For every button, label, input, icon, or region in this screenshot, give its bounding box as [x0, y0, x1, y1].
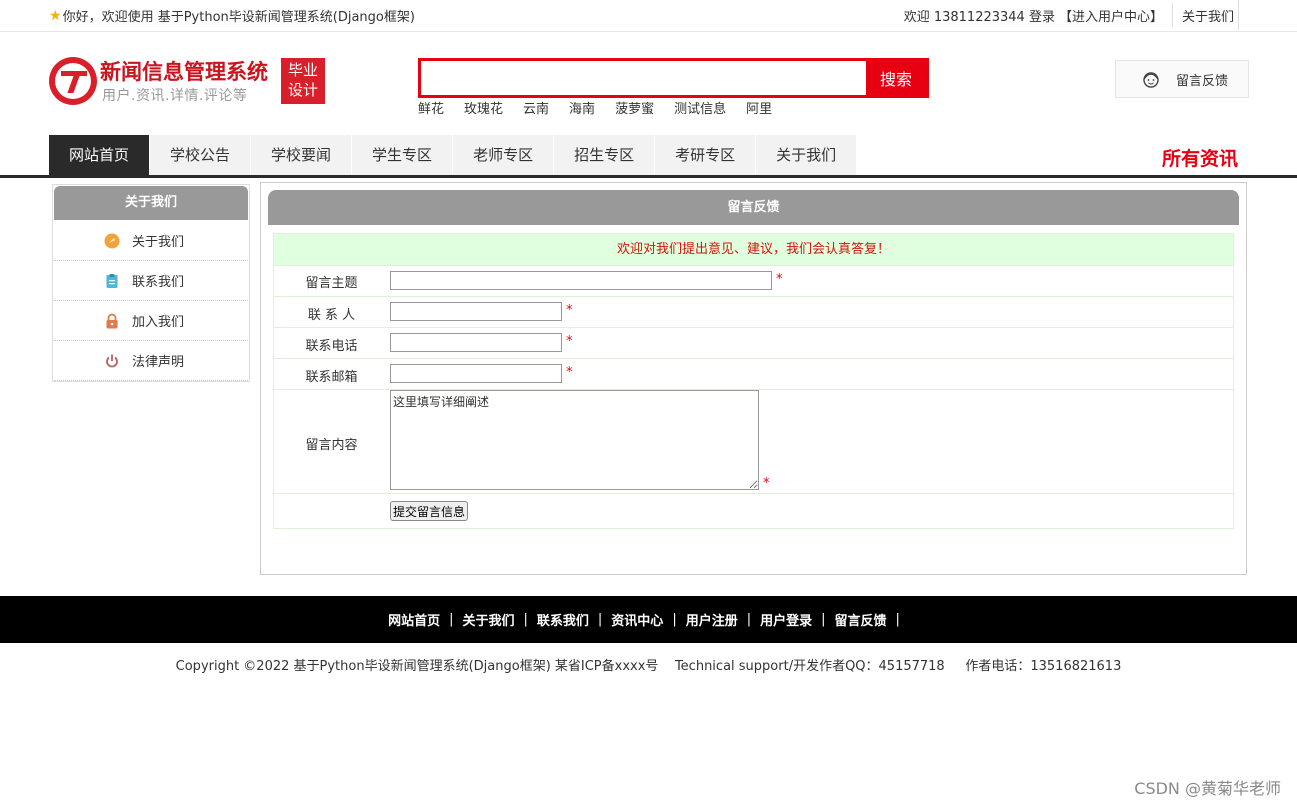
footer-separator: | [449, 612, 454, 627]
footer-link-feedback[interactable]: 留言反馈 [835, 610, 887, 629]
badge-line-1: 毕业 [287, 61, 318, 79]
feedback-header-label: 留言反馈 [1176, 73, 1229, 89]
required-mark: * [566, 334, 573, 349]
welcome-message: ★ 你好，欢迎使用 基于Python毕设新闻管理系统(Django框架) [49, 6, 415, 26]
sidebar-item-label: 加入我们 [132, 315, 185, 330]
nav-item-postgraduate[interactable]: 考研专区 [655, 135, 756, 175]
hot-keyword[interactable]: 海南 [569, 98, 595, 117]
nav-item-students[interactable]: 学生专区 [352, 135, 453, 175]
phone-input[interactable] [390, 333, 562, 352]
footer-link-register[interactable]: 用户注册 [686, 610, 738, 629]
copyright-text: Copyright ©2022 基于Python毕设新闻管理系统(Django框… [175, 659, 1122, 674]
power-icon [106, 354, 118, 367]
footer-separator: | [672, 612, 677, 627]
nav-item-school-news[interactable]: 学校要闻 [251, 135, 352, 175]
form-row-content: 留言内容 这里填写详细阐述 * [274, 389, 1233, 493]
footer-links: 网站首页 | 关于我们 | 联系我们 | 资讯中心 | 用户注册 | 用户登录 … [0, 596, 1297, 643]
top-bar: ★ 你好，欢迎使用 基于Python毕设新闻管理系统(Django框架) 欢迎 … [0, 0, 1297, 32]
hot-keyword[interactable]: 阿里 [746, 98, 772, 117]
nav-item-teachers[interactable]: 老师专区 [453, 135, 554, 175]
star-icon: ★ [49, 7, 62, 24]
content-label: 留言内容 [305, 438, 358, 453]
email-label: 联系邮箱 [305, 370, 358, 385]
form-notice: 欢迎对我们提出意见、建议，我们会认真答复！ [274, 234, 1233, 265]
top-about-link[interactable]: 关于我们 [1182, 6, 1234, 25]
nav-item-home[interactable]: 网站首页 [49, 135, 150, 175]
site-subtitle: 用户.资讯.详情.评论等 [102, 88, 248, 104]
site-title: 新闻信息管理系统 [100, 60, 268, 84]
lock-icon [106, 313, 118, 328]
user-center-link[interactable]: 【进入用户中心】 [1059, 6, 1163, 25]
nav-item-announcements[interactable]: 学校公告 [150, 135, 251, 175]
feedback-form: 欢迎对我们提出意见、建议，我们会认真答复！ 留言主题 * 联 系 人 * 联系电… [273, 233, 1234, 529]
site-logo-icon[interactable] [49, 57, 97, 105]
sidebar-item-join[interactable]: 加入我们 [54, 301, 248, 341]
sidebar-item-label: 联系我们 [132, 275, 185, 290]
footer-separator: | [746, 612, 752, 627]
submit-feedback-button[interactable]: 提交留言信息 [390, 501, 469, 521]
form-row-phone: 联系电话 * [274, 327, 1233, 358]
divider [1171, 3, 1173, 27]
required-mark: * [763, 476, 770, 491]
sidebar-item-about[interactable]: 关于我们 [54, 221, 248, 261]
required-mark: * [776, 272, 783, 287]
form-row-email: 联系邮箱 * [274, 358, 1233, 389]
welcome-text: 你好，欢迎使用 基于Python毕设新闻管理系统(Django框架) [62, 10, 415, 25]
search-box: 搜索 [418, 58, 929, 98]
hot-keyword[interactable]: 鲜花 [418, 98, 444, 117]
footer-separator: | [597, 612, 603, 627]
hot-keyword[interactable]: 测试信息 [674, 98, 726, 117]
sidebar-item-contact[interactable]: 联系我们 [54, 261, 248, 301]
hot-keyword[interactable]: 云南 [523, 98, 549, 117]
footer-separator: | [895, 612, 900, 627]
footer-link-about[interactable]: 关于我们 [462, 610, 514, 629]
orange-circle-icon [104, 233, 120, 248]
required-mark: * [566, 303, 573, 318]
form-row-contact: 联 系 人 * [274, 296, 1233, 327]
main-nav: 网站首页 学校公告 学校要闻 学生专区 老师专区 招生专区 考研专区 关于我们 [49, 135, 857, 175]
top-user-links: 欢迎 13811223344 登录 【进入用户中心】 关于我们 [904, 0, 1239, 30]
subject-input[interactable] [390, 271, 772, 290]
footer-link-home[interactable]: 网站首页 [388, 610, 440, 629]
sidebar-item-label: 法律声明 [132, 355, 185, 370]
phone-label: 联系电话 [305, 339, 358, 354]
footer-separator: | [821, 612, 826, 627]
sidebar-item-legal[interactable]: 法律声明 [54, 341, 248, 381]
form-row-subject: 留言主题 * [274, 265, 1233, 296]
required-mark: * [566, 365, 573, 380]
sidebar-title: 关于我们 [54, 186, 248, 220]
footer-separator: | [523, 612, 528, 627]
feedback-panel-title: 留言反馈 [268, 190, 1239, 225]
email-input[interactable] [390, 364, 562, 383]
contact-input[interactable] [390, 302, 562, 321]
badge-line-2: 设计 [287, 81, 318, 99]
sidebar-item-label: 关于我们 [132, 235, 185, 250]
hot-keyword[interactable]: 菠萝蜜 [615, 98, 654, 117]
divider [1238, 0, 1239, 30]
graduation-badge: 毕业 设计 [281, 58, 325, 104]
footer-link-news-center[interactable]: 资讯中心 [611, 610, 663, 629]
customer-service-icon [1143, 72, 1159, 88]
feedback-header-button[interactable]: 留言反馈 [1115, 60, 1249, 98]
sidebar: 关于我们 关于我们 联系我们 加入我们 法律声明 [52, 184, 250, 382]
nav-item-admissions[interactable]: 招生专区 [554, 135, 655, 175]
contact-label: 联 系 人 [307, 308, 356, 323]
hot-keywords: 鲜花 玫瑰花 云南 海南 菠萝蜜 测试信息 阿里 [418, 98, 792, 117]
nav-divider [0, 175, 1297, 178]
form-row-submit: 提交留言信息 [274, 493, 1233, 528]
all-news-link[interactable]: 所有资讯 [1162, 144, 1238, 171]
user-login-info: 欢迎 13811223344 登录 [903, 9, 1055, 25]
clipboard-icon [106, 273, 118, 288]
feedback-panel: 留言反馈 欢迎对我们提出意见、建议，我们会认真答复！ 留言主题 * 联 系 人 … [260, 182, 1247, 575]
search-button[interactable]: 搜索 [866, 61, 926, 95]
subject-label: 留言主题 [305, 276, 358, 291]
footer-link-contact[interactable]: 联系我们 [537, 610, 589, 629]
content-textarea[interactable]: 这里填写详细阐述 [390, 390, 759, 490]
csdn-watermark: CSDN @黄菊华老师 [1134, 779, 1281, 798]
search-input[interactable] [421, 61, 869, 95]
nav-item-about[interactable]: 关于我们 [756, 135, 857, 175]
footer-link-login[interactable]: 用户登录 [760, 610, 812, 629]
hot-keyword[interactable]: 玫瑰花 [464, 98, 503, 117]
